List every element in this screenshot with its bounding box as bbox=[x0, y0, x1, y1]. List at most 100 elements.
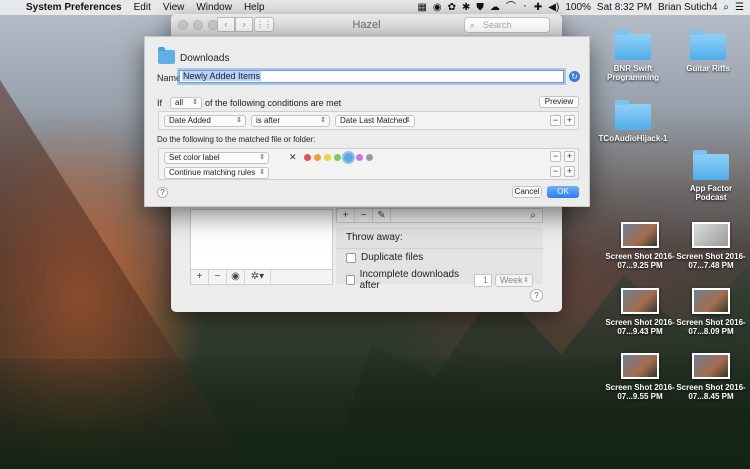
status-icon-grid[interactable]: ▦ bbox=[417, 0, 426, 15]
spotlight-search-icon[interactable]: ⌕ bbox=[723, 0, 729, 15]
action-2-value: Continue matching rules bbox=[169, 168, 256, 177]
remove-action-2-button[interactable]: − bbox=[550, 166, 561, 177]
dropbox-icon[interactable]: ✿ bbox=[448, 0, 456, 15]
rule-editor-sheet: Downloads Name: Newly Added Items ↻ If a… bbox=[144, 36, 590, 207]
chevron-updown-icon: ⇕ bbox=[259, 154, 265, 161]
remove-action-1-button[interactable]: − bbox=[550, 151, 561, 162]
rule-name-field[interactable]: Newly Added Items bbox=[179, 70, 564, 83]
add-action-2-button[interactable]: + bbox=[564, 166, 575, 177]
user-name[interactable]: Brian Sutich4 bbox=[658, 0, 717, 15]
throw-away-panel: Throw away: Duplicate files Incomplete d… bbox=[336, 227, 543, 291]
edit-rule-icon[interactable]: ✎ bbox=[373, 209, 391, 222]
search-input[interactable]: ⌕ Search bbox=[464, 17, 550, 33]
battery-percent[interactable]: 100% bbox=[565, 0, 591, 15]
status-icon-star[interactable]: ✱ bbox=[462, 0, 470, 15]
search-rules-icon[interactable]: ⌕ bbox=[524, 209, 542, 222]
chevron-updown-icon: ⇕ bbox=[259, 169, 265, 176]
gear-menu-icon[interactable]: ✲▾ bbox=[245, 270, 271, 284]
color-swatch-orange[interactable] bbox=[313, 154, 321, 161]
notification-center-icon[interactable]: ☰ bbox=[735, 0, 744, 15]
cancel-button[interactable]: Cancel bbox=[512, 186, 542, 198]
screenshot-thumbnail bbox=[621, 222, 659, 248]
color-swatch-red[interactable] bbox=[303, 154, 311, 161]
desktop-screenshot-4[interactable]: Screen Shot 2016-07...8.09 PM bbox=[676, 288, 746, 336]
color-swatch-green[interactable] bbox=[333, 154, 341, 161]
desktop-screenshot-5[interactable]: Screen Shot 2016-07...9.55 PM bbox=[605, 353, 675, 401]
folder-icon bbox=[158, 47, 175, 64]
chevron-updown-icon: ⇕ bbox=[405, 117, 411, 124]
incomplete-after-number[interactable]: 1 bbox=[474, 273, 492, 287]
add-condition-button[interactable]: + bbox=[564, 115, 575, 126]
desktop-screenshot-3[interactable]: Screen Shot 2016-07...9.43 PM bbox=[605, 288, 675, 336]
folder-icon bbox=[690, 30, 726, 60]
folder-name: Downloads bbox=[180, 53, 230, 64]
menu-window[interactable]: Window bbox=[192, 2, 240, 13]
add-rule-button[interactable]: + bbox=[337, 209, 355, 222]
ok-button[interactable]: OK bbox=[547, 186, 579, 198]
action-2-select[interactable]: Continue matching rules ⇕ bbox=[164, 167, 269, 179]
preview-button[interactable]: Preview bbox=[539, 96, 579, 108]
menu-bar: System Preferences Edit View Window Help… bbox=[0, 0, 750, 15]
color-label-picker: ✕ bbox=[289, 152, 373, 163]
eye-icon[interactable]: ◉ bbox=[227, 270, 245, 284]
duplicate-files-row: Duplicate files bbox=[336, 249, 543, 266]
desktop-folder-tcoaudiohijack[interactable]: TCoAudioHijack-1 bbox=[598, 100, 668, 143]
clock[interactable]: Sat 8:32 PM bbox=[597, 0, 652, 15]
incomplete-after-unit-select[interactable]: Week ⇕ bbox=[494, 273, 533, 287]
condition-attribute-value: Date Added bbox=[169, 116, 211, 125]
action-1-select[interactable]: Set color label ⇕ bbox=[164, 152, 269, 164]
remove-rule-button[interactable]: − bbox=[355, 209, 373, 222]
condition-operator-select[interactable]: is after ⇕ bbox=[251, 115, 330, 127]
chevron-updown-icon: ⇕ bbox=[192, 99, 199, 106]
status-area: ▦ ◉ ✿ ✱ ⛊ ☁ ⌒ ᛫ ✚ ◀) 100% Sat 8:32 PM Br… bbox=[417, 0, 750, 15]
status-icon-circle[interactable]: ◉ bbox=[433, 0, 442, 15]
duplicate-files-label: Duplicate files bbox=[361, 252, 424, 263]
volume-icon[interactable]: ◀) bbox=[548, 0, 559, 15]
screenshot-thumbnail bbox=[621, 353, 659, 379]
desktop-screenshot-6[interactable]: Screen Shot 2016-07...8.45 PM bbox=[676, 353, 746, 401]
menu-view[interactable]: View bbox=[159, 2, 193, 13]
desktop-screenshot-2[interactable]: Screen Shot 2016-07...7.48 PM bbox=[676, 222, 746, 270]
condition-value-select[interactable]: Date Last Matched ⇕ bbox=[335, 115, 415, 127]
help-button[interactable]: ? bbox=[157, 187, 168, 198]
add-action-1-button[interactable]: + bbox=[564, 151, 575, 162]
color-swatch-yellow[interactable] bbox=[323, 154, 331, 161]
desktop-folder-bnr-swift[interactable]: BNR Swift Programming bbox=[598, 30, 668, 82]
duplicate-files-checkbox[interactable] bbox=[346, 252, 356, 263]
conditions-text: of the following conditions are met bbox=[205, 98, 342, 108]
clear-color-icon[interactable]: ✕ bbox=[289, 152, 297, 163]
desktop-icon-label: Screen Shot 2016-07...9.55 PM bbox=[605, 383, 675, 401]
folder-icon bbox=[693, 150, 729, 180]
folder-icon bbox=[615, 30, 651, 60]
color-swatch-gray[interactable] bbox=[365, 154, 373, 161]
desktop-icon-label: Screen Shot 2016-07...8.09 PM bbox=[676, 318, 746, 336]
cloud-icon[interactable]: ☁ bbox=[490, 0, 500, 15]
desktop-icon-label: Screen Shot 2016-07...7.48 PM bbox=[676, 252, 746, 270]
match-mode-select[interactable]: all ⇕ bbox=[170, 97, 203, 109]
time-machine-icon[interactable]: ⌒ bbox=[506, 0, 516, 15]
bluetooth-icon[interactable]: ᛫ bbox=[522, 0, 528, 15]
match-criteria-row: If all ⇕ of the following conditions are… bbox=[157, 97, 341, 109]
shield-icon[interactable]: ⛊ bbox=[476, 0, 484, 15]
hazel-titlebar: ‹ › ⋮⋮ Hazel ⌕ Search bbox=[171, 14, 562, 36]
actions-box: Set color label ⇕ ✕ − + Continue matchin… bbox=[158, 148, 579, 180]
color-swatch-blue[interactable] bbox=[343, 153, 353, 162]
hazel-help-button[interactable]: ? bbox=[530, 289, 543, 302]
remove-folder-button[interactable]: − bbox=[209, 270, 227, 284]
desktop-screenshot-1[interactable]: Screen Shot 2016-07...9.25 PM bbox=[605, 222, 675, 270]
unit-value: Week bbox=[499, 274, 523, 285]
menu-edit[interactable]: Edit bbox=[130, 2, 159, 13]
desktop-folder-guitar-riffs[interactable]: Guitar Riffs bbox=[673, 30, 743, 73]
incomplete-downloads-checkbox[interactable] bbox=[346, 275, 355, 285]
desktop-folder-app-factor[interactable]: App Factor Podcast bbox=[676, 150, 746, 202]
color-swatch-purple[interactable] bbox=[355, 154, 363, 161]
add-folder-button[interactable]: + bbox=[191, 270, 209, 284]
menu-app-name[interactable]: System Preferences bbox=[22, 2, 130, 13]
desktop-icon-label: Screen Shot 2016-07...9.25 PM bbox=[605, 252, 675, 270]
info-icon[interactable]: ↻ bbox=[569, 71, 580, 82]
menu-help[interactable]: Help bbox=[240, 2, 273, 13]
wifi-icon[interactable]: ✚ bbox=[534, 0, 542, 15]
condition-value-value: Date Last Matched bbox=[340, 116, 408, 125]
remove-condition-button[interactable]: − bbox=[550, 115, 561, 126]
condition-attribute-select[interactable]: Date Added ⇕ bbox=[164, 115, 246, 127]
